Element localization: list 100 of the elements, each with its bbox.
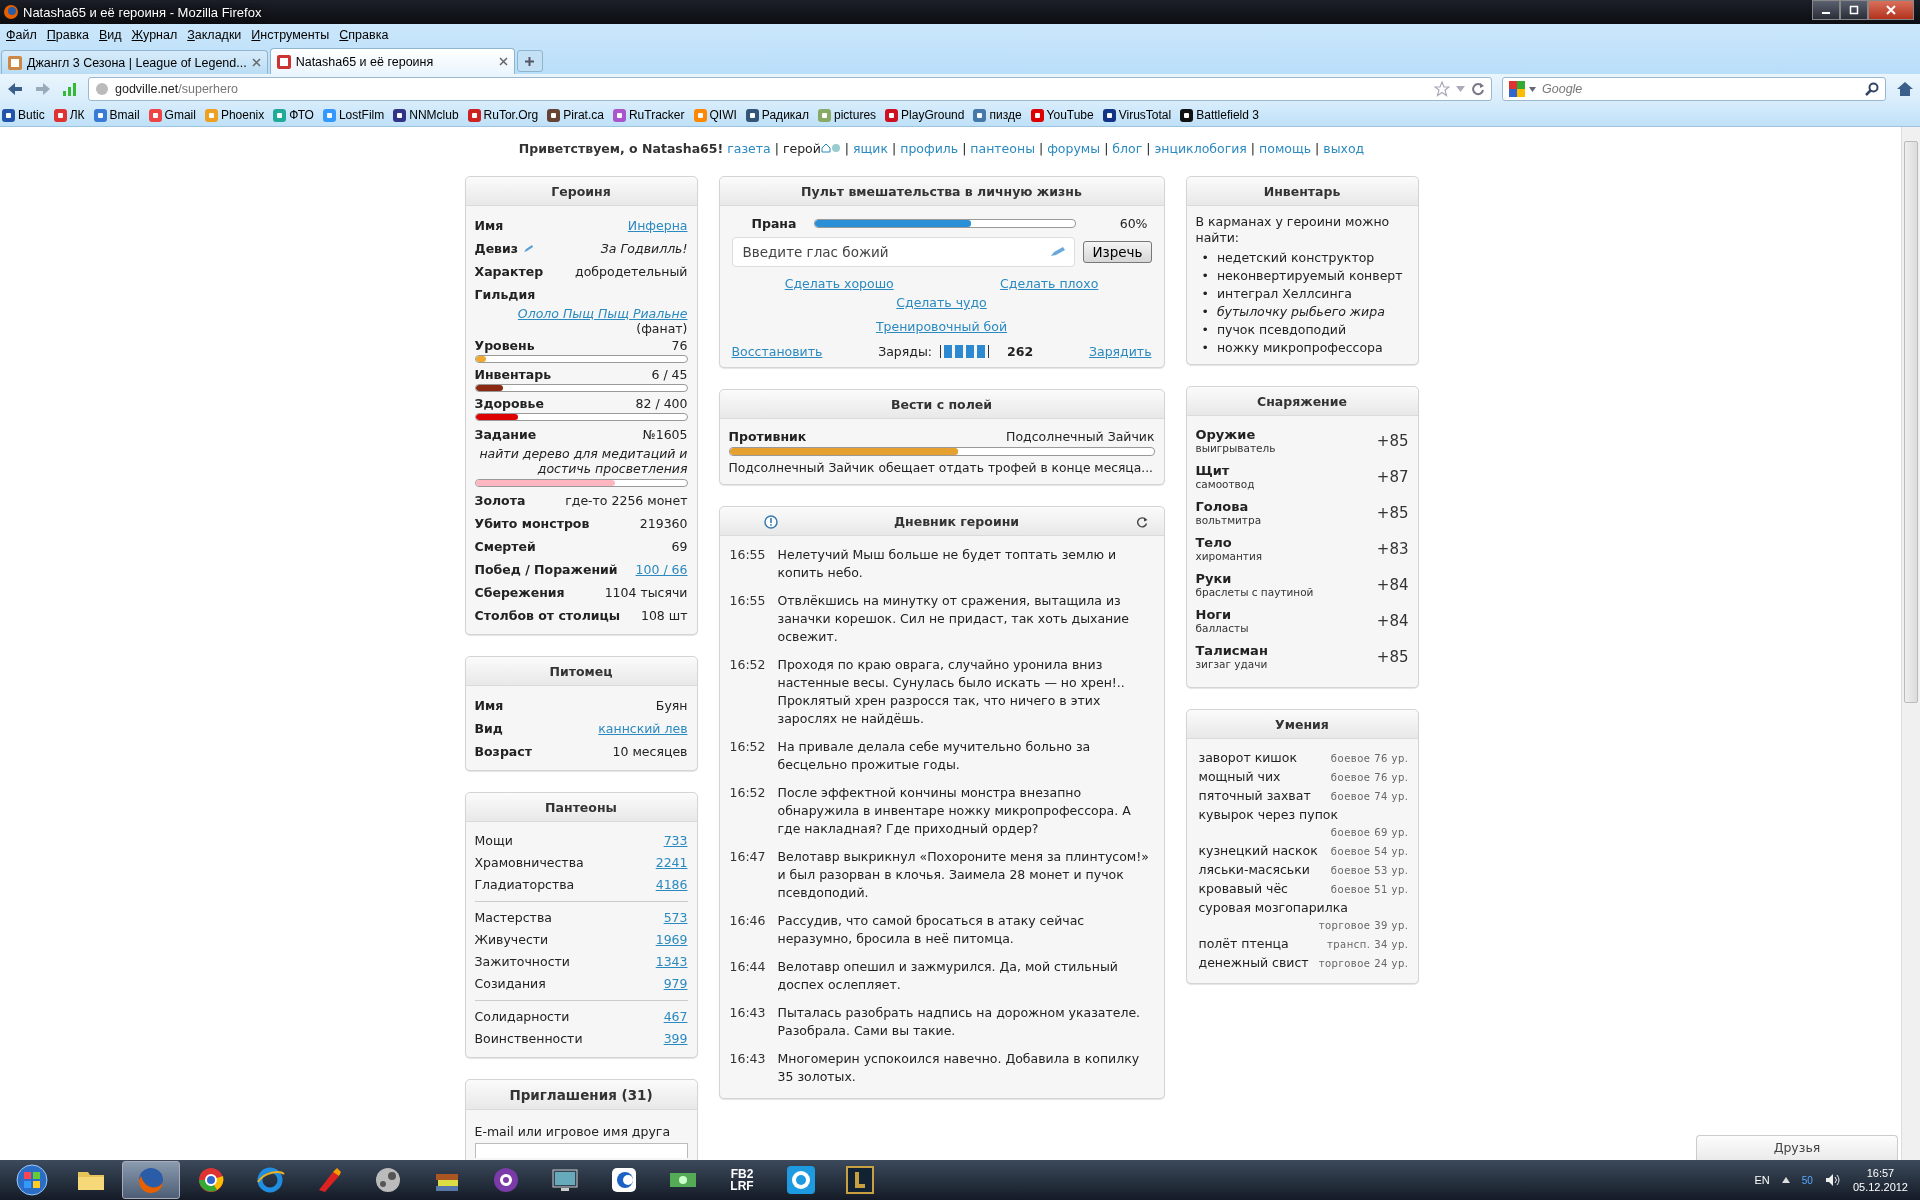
- game-icon[interactable]: [844, 1164, 876, 1196]
- plus-icon[interactable]: [524, 55, 536, 67]
- tray-badge[interactable]: 50: [1801, 1174, 1813, 1186]
- nav-link[interactable]: пантеоны: [970, 141, 1035, 156]
- rank-link[interactable]: 733: [663, 830, 688, 852]
- refresh-icon[interactable]: [1135, 515, 1148, 528]
- action-link[interactable]: Сделать чудо: [896, 295, 987, 310]
- nav-link[interactable]: энциклобогия: [1154, 141, 1247, 156]
- entry-time: 16:44: [729, 958, 767, 976]
- language-indicator[interactable]: EN: [1754, 1174, 1770, 1186]
- speak-button[interactable]: Изречь: [1083, 241, 1152, 263]
- rank-link[interactable]: 399: [663, 1028, 688, 1050]
- bookmark[interactable]: ЛК: [53, 108, 85, 122]
- bookmark[interactable]: RuTracker: [612, 108, 685, 122]
- nav-link[interactable]: ящик: [853, 141, 888, 156]
- maximize-button[interactable]: [1840, 0, 1868, 20]
- nav-link[interactable]: профиль: [900, 141, 959, 156]
- tray-arrow-icon[interactable]: [1781, 1177, 1790, 1183]
- bookmark[interactable]: Phoenix: [204, 108, 265, 122]
- rank-link[interactable]: 467: [663, 1006, 688, 1028]
- skill-level: торговое 24 ур.: [1318, 957, 1409, 971]
- reload-icon[interactable]: [1471, 82, 1485, 96]
- new-tab-button[interactable]: [516, 50, 543, 72]
- bookmark[interactable]: Pirat.ca: [547, 108, 604, 122]
- close-icon[interactable]: [498, 57, 508, 66]
- browser-tab[interactable]: Natasha65 и её героиня: [269, 48, 515, 74]
- bookmark[interactable]: Butic: [2, 108, 45, 122]
- nav-link[interactable]: выход: [1323, 141, 1365, 156]
- bookmark[interactable]: Bmail: [93, 108, 140, 122]
- taskbar-button[interactable]: FB2 LRF: [714, 1162, 770, 1198]
- bookmark[interactable]: YouTube: [1030, 108, 1094, 122]
- speaker-icon[interactable]: [1824, 1173, 1841, 1187]
- rank-link[interactable]: 2241: [655, 852, 688, 874]
- menu-item[interactable]: Правка: [46, 28, 89, 42]
- voice-bar[interactable]: Введите глас божий: [731, 237, 1076, 267]
- rank-link[interactable]: 1969: [655, 929, 688, 951]
- back-icon[interactable]: [6, 81, 24, 97]
- minimize-button[interactable]: [1812, 0, 1840, 20]
- rank-link[interactable]: 4186: [655, 874, 688, 896]
- maximize-icon[interactable]: [1849, 5, 1859, 15]
- menu-item[interactable]: Справка: [339, 28, 389, 42]
- house-icon[interactable]: [820, 143, 831, 153]
- scrollbar[interactable]: [1901, 127, 1920, 1160]
- browser-tab[interactable]: Джангл 3 Сезона | League of Legend...: [1, 50, 268, 74]
- bookmark[interactable]: Радикал: [745, 108, 810, 122]
- menu-item[interactable]: Вид: [99, 28, 122, 42]
- bookmark[interactable]: QIWI: [693, 108, 737, 122]
- caret-icon[interactable]: [1529, 86, 1536, 92]
- bookmark[interactable]: Gmail: [148, 108, 196, 122]
- close-icon[interactable]: [251, 58, 261, 67]
- field-value: 6 / 45: [651, 366, 688, 384]
- bookmark[interactable]: NNMclub: [393, 108, 459, 122]
- value-link[interactable]: Инферна: [627, 214, 688, 237]
- rank-link[interactable]: 573: [663, 907, 688, 929]
- search-icon[interactable]: [1865, 82, 1879, 96]
- address-bar[interactable]: godville.net/superhero: [88, 77, 1492, 101]
- action-link[interactable]: Сделать хорошо: [784, 275, 894, 293]
- bookmark[interactable]: LostFilm: [322, 108, 385, 122]
- value-link[interactable]: 100 / 66: [635, 558, 688, 581]
- bookmark[interactable]: пизде: [973, 108, 1022, 122]
- bookmark[interactable]: pictures: [818, 108, 877, 122]
- pencil-icon[interactable]: [523, 244, 535, 253]
- separator: |: [962, 141, 967, 156]
- nav-link[interactable]: форумы: [1047, 141, 1101, 156]
- menu-item[interactable]: Инструменты: [251, 28, 330, 42]
- input-field[interactable]: [474, 1143, 688, 1158]
- bookmark[interactable]: PlayGround: [885, 108, 965, 122]
- menu-item[interactable]: Закладки: [187, 28, 242, 42]
- value-link[interactable]: каннский лев: [598, 717, 688, 740]
- bookmark[interactable]: Battlefield 3: [1180, 108, 1259, 122]
- action-link[interactable]: Тренировочный бой: [875, 319, 1008, 334]
- friends-tab[interactable]: Друзья: [1696, 1135, 1898, 1160]
- action-link[interactable]: Зарядить: [1088, 344, 1152, 359]
- action-link[interactable]: Сделать плохо: [1000, 275, 1099, 293]
- search-field[interactable]: Google: [1540, 81, 1861, 97]
- field-value: где-то 2256 монет: [565, 492, 688, 510]
- action-link[interactable]: Восстановить: [731, 344, 823, 359]
- nav-link[interactable]: газета: [727, 141, 771, 156]
- url-path: /superhero: [178, 82, 238, 96]
- rank-link[interactable]: 979: [663, 973, 688, 995]
- pencil-icon[interactable]: [1050, 246, 1067, 258]
- bookmark[interactable]: VirusTotal: [1102, 108, 1172, 122]
- field-label: Характер: [474, 263, 544, 281]
- info-icon[interactable]: [763, 514, 778, 529]
- search-bar[interactable]: Google: [1502, 77, 1886, 101]
- nav-link[interactable]: блог: [1112, 141, 1143, 156]
- motto-text: За Годвилль!: [600, 240, 688, 258]
- star-icon[interactable]: [1434, 81, 1450, 97]
- rank-link[interactable]: 1343: [655, 951, 688, 973]
- close-button[interactable]: [1868, 0, 1914, 20]
- home-icon[interactable]: [1896, 81, 1914, 97]
- clock[interactable]: 16:57 05.12.2012: [1852, 1166, 1908, 1194]
- nav-link[interactable]: помощь: [1259, 141, 1312, 156]
- bookmark[interactable]: ФТО: [273, 108, 314, 122]
- menu-item[interactable]: Файл: [6, 28, 37, 42]
- guild-link[interactable]: Ололо Пыщ Пыщ Риальне: [517, 306, 688, 321]
- skill-name: кровавый чёс: [1198, 880, 1288, 898]
- voice-field[interactable]: Введите глас божий: [740, 243, 1051, 261]
- bookmark[interactable]: RuTor.Org: [467, 108, 539, 122]
- menu-item[interactable]: Журнал: [131, 28, 178, 42]
